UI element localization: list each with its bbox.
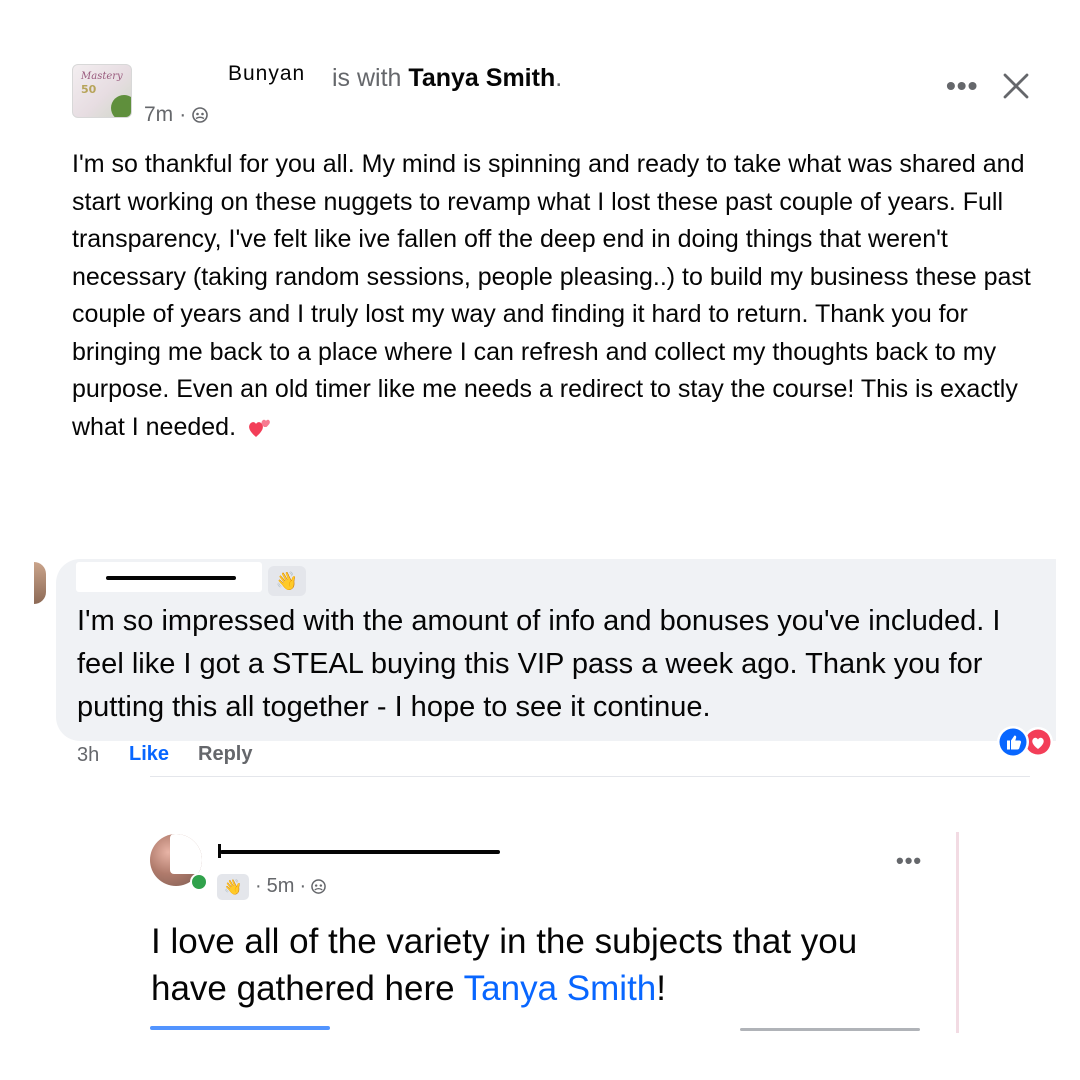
mention-link[interactable]: Tanya Smith: [464, 969, 657, 1008]
comment-text: I'm so impressed with the amount of info…: [77, 605, 1001, 723]
meta-separator: ·: [179, 103, 187, 126]
reply-text: I love all of the variety in the subject…: [151, 918, 941, 1012]
new-member-badge-2[interactable]: 👋: [217, 874, 249, 900]
scroll-edge-line: [956, 832, 959, 1034]
audience-group-icon-2[interactable]: [311, 879, 326, 894]
online-status-indicator: [190, 873, 208, 891]
waving-hand-icon: 👋: [275, 570, 299, 591]
reply-button[interactable]: Reply: [198, 743, 252, 766]
like-button[interactable]: Like: [129, 743, 169, 766]
post-header-line: is with Tanya Smith.: [332, 64, 562, 93]
post-more-options-button[interactable]: •••: [946, 70, 978, 102]
post-meta: 7m ·: [144, 103, 208, 127]
reply-timestamp[interactable]: 5m: [267, 875, 295, 898]
commenter-avatar[interactable]: [34, 562, 46, 604]
close-icon[interactable]: [1000, 70, 1032, 102]
redacted-author-name: Bunyan: [160, 60, 322, 90]
waving-hand-icon-2: 👋: [223, 879, 243, 896]
post-body: I'm so thankful for you all. My mind is …: [72, 146, 1042, 446]
with-text: is with: [332, 64, 402, 92]
reply-separator-2: ·: [299, 875, 307, 897]
comment-divider: [150, 776, 1030, 777]
new-member-badge[interactable]: 👋: [268, 566, 306, 596]
reply-more-options-button[interactable]: •••: [896, 848, 922, 874]
reply-text-end: !: [656, 969, 666, 1008]
group-avatar[interactable]: Mastery 50: [72, 64, 132, 118]
reply-separator-1: ·: [255, 875, 262, 897]
audience-group-icon[interactable]: [192, 107, 208, 123]
tagged-user-link[interactable]: Tanya Smith: [408, 64, 555, 92]
post-text: I'm so thankful for you all. My mind is …: [72, 150, 1031, 441]
reactions-summary[interactable]: [994, 724, 1054, 760]
redacted-commenter-name: [76, 562, 262, 592]
avatar-logo-number: 50: [81, 83, 97, 96]
header-period: .: [555, 64, 563, 92]
comment-timestamp[interactable]: 3h: [77, 744, 99, 767]
author-name-fragment: Bunyan: [228, 62, 306, 85]
post-timestamp[interactable]: 7m: [144, 103, 173, 127]
redacted-reply-author-name: [214, 838, 514, 864]
view-replies-link-cropped[interactable]: [150, 1026, 330, 1030]
cropped-row: [740, 1028, 920, 1031]
two-hearts-emoji-icon: [249, 419, 270, 437]
bottom-blank-area: [0, 1033, 1080, 1080]
reply-meta: · 5m ·: [255, 875, 326, 898]
avatar-leaf-graphic: [111, 95, 131, 117]
avatar-logo-word: Mastery: [81, 71, 123, 82]
